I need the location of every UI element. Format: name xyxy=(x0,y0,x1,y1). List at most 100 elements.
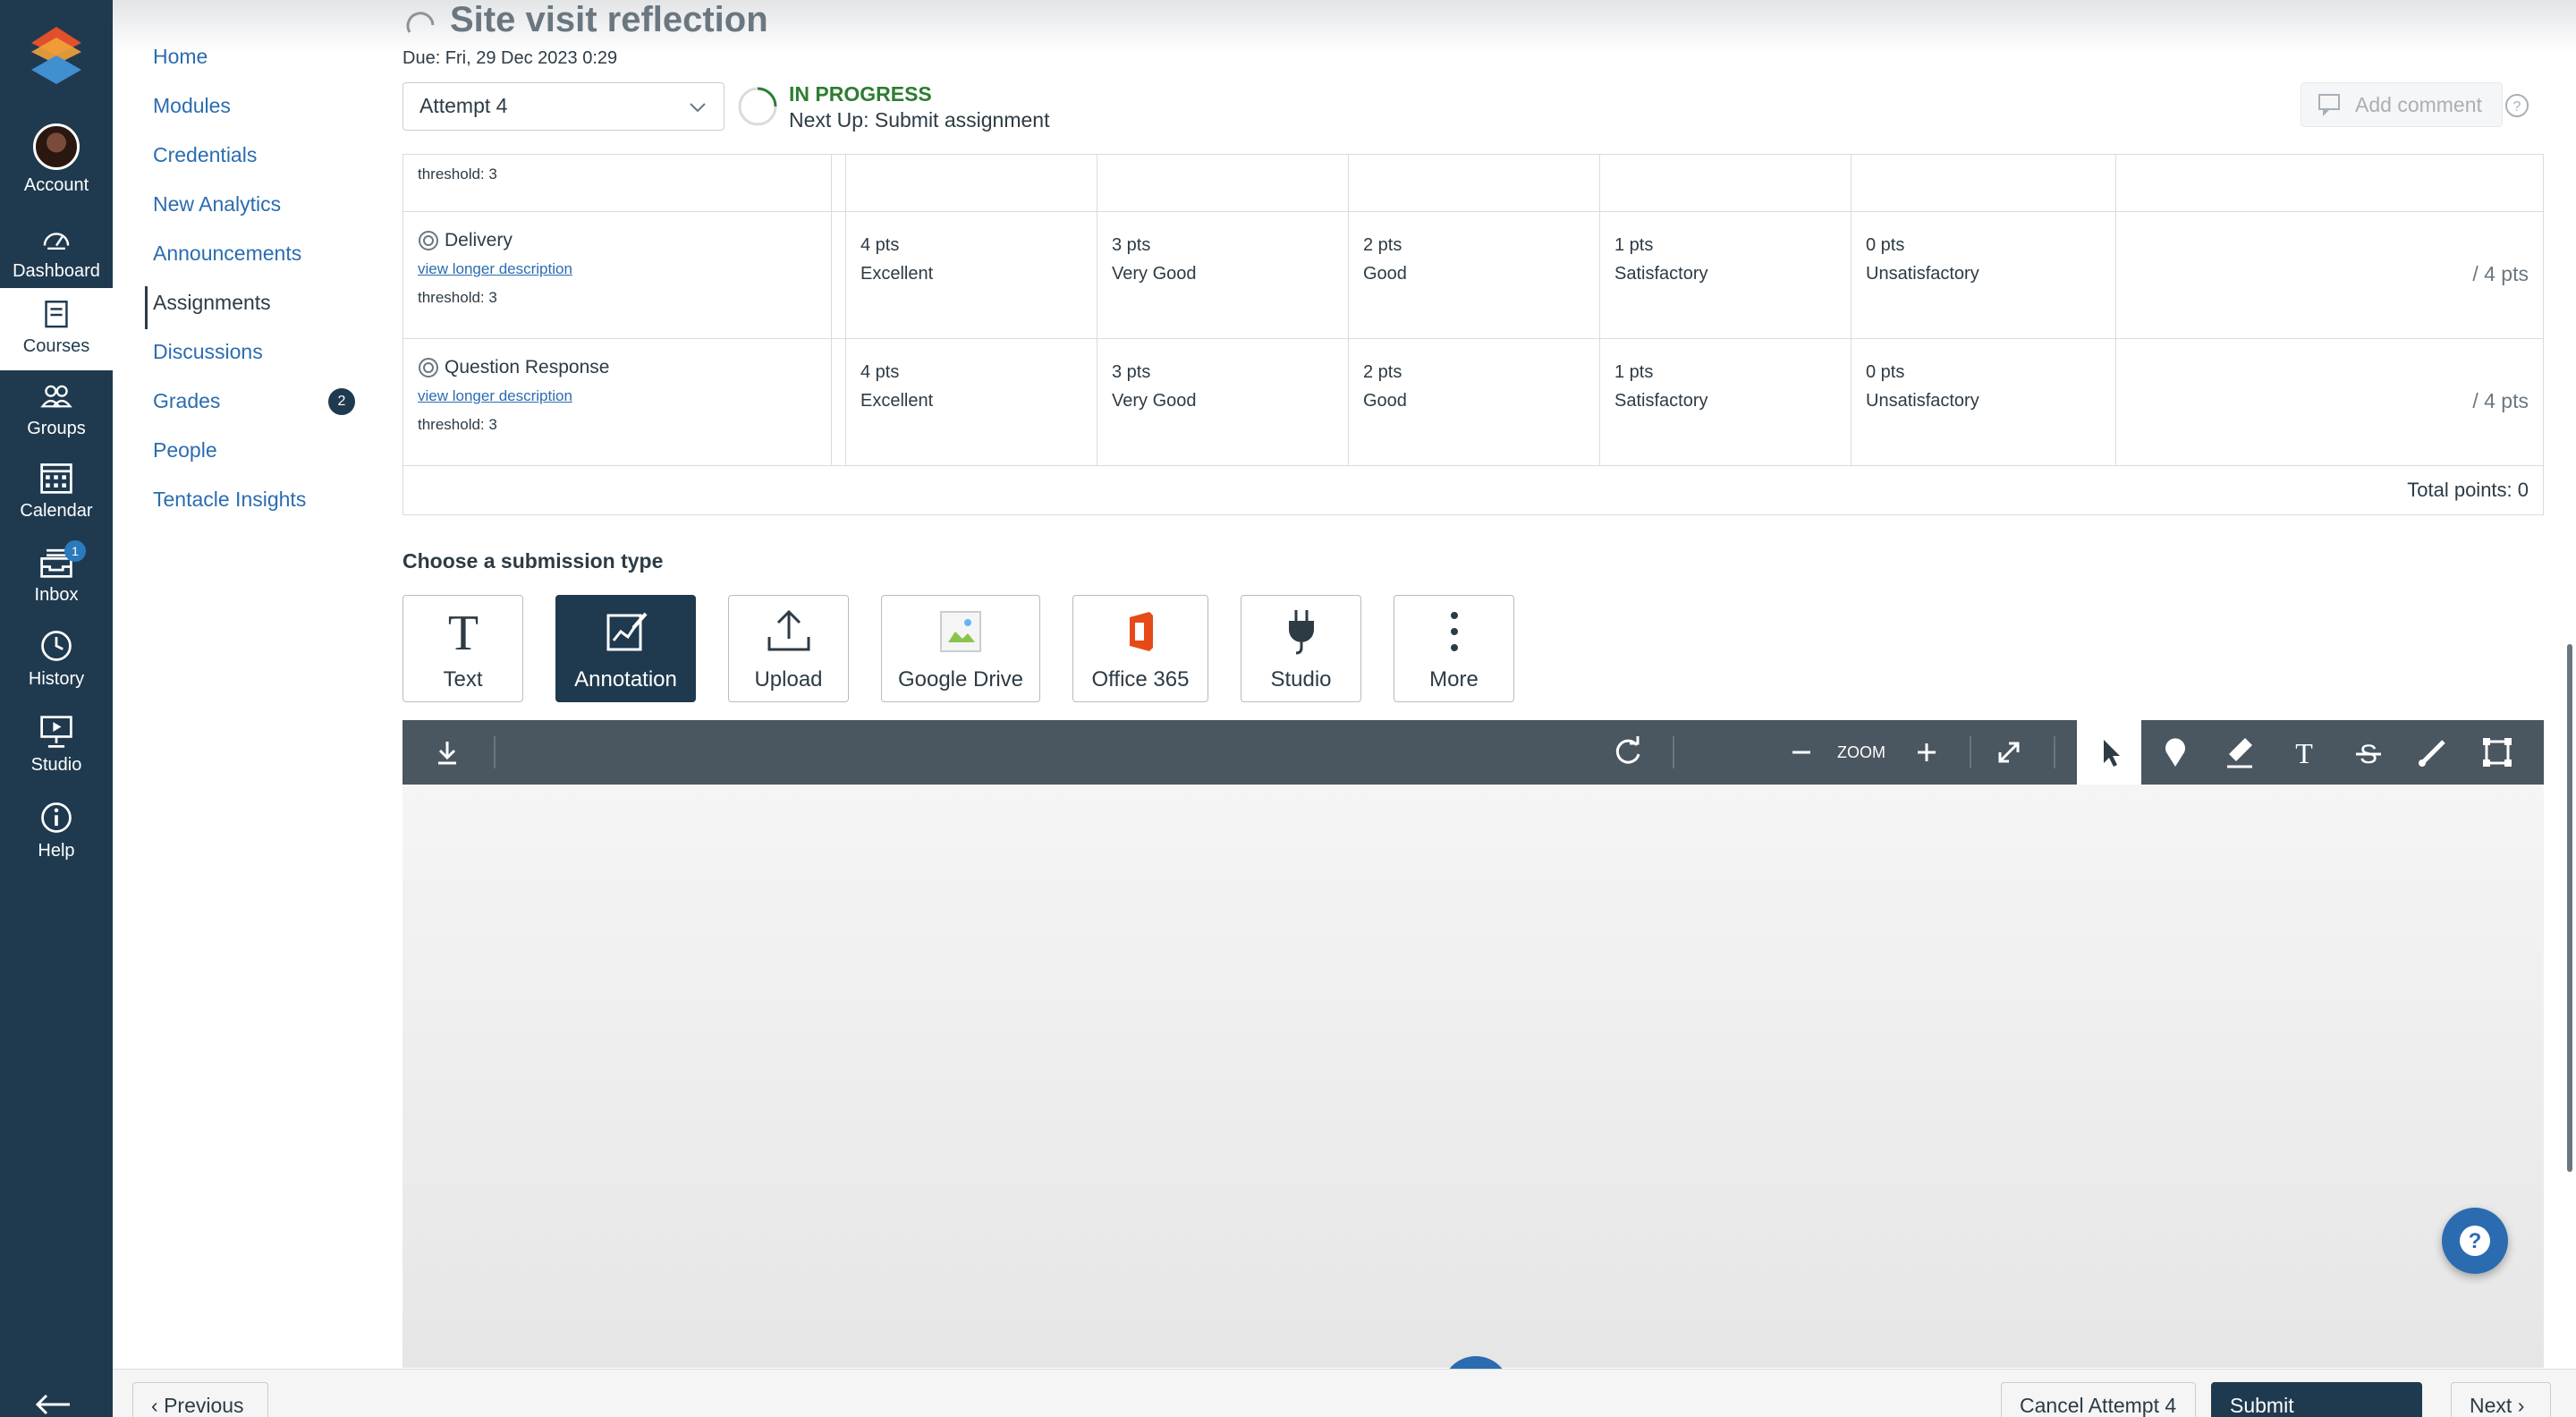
global-nav-inbox[interactable]: 1 Inbox xyxy=(0,540,113,606)
global-nav-courses[interactable]: Courses xyxy=(0,288,113,370)
highlight-icon[interactable] xyxy=(2218,731,2261,774)
status-text: IN PROGRESS xyxy=(789,82,932,106)
submission-type-studio[interactable]: Studio xyxy=(1241,595,1361,702)
fullscreen-icon[interactable] xyxy=(1987,731,2030,774)
global-nav: Account Dashboard Courses Groups Calenda… xyxy=(0,0,113,1417)
outcome-target-icon xyxy=(419,358,438,378)
global-nav-dashboard[interactable]: Dashboard xyxy=(0,224,113,282)
course-nav-modules[interactable]: Modules xyxy=(153,94,231,118)
svg-text:?: ? xyxy=(2469,1229,2482,1253)
freedraw-icon[interactable] xyxy=(2411,731,2454,774)
strikeout-icon[interactable]: S xyxy=(2347,731,2390,774)
cancel-attempt-label: Cancel Attempt 4 xyxy=(2020,1394,2177,1417)
rating-label: Satisfactory xyxy=(1614,264,1708,284)
question-circle-icon[interactable]: ? xyxy=(2504,93,2529,118)
comment-icon xyxy=(2318,94,2340,116)
submission-type-label: Choose a submission type xyxy=(402,549,664,573)
svg-text:?: ? xyxy=(2513,99,2521,115)
help-fab-button[interactable]: ? xyxy=(2442,1208,2508,1274)
rating-label: Very Good xyxy=(1112,391,1197,411)
point-annotation-icon[interactable] xyxy=(2154,731,2197,774)
collapse-nav-icon[interactable] xyxy=(34,1392,73,1417)
download-icon[interactable] xyxy=(426,731,469,774)
course-nav-people[interactable]: People xyxy=(153,438,217,462)
global-nav-account[interactable]: Account xyxy=(0,123,113,196)
submit-assignment-button[interactable]: Submit assignment xyxy=(2211,1382,2422,1417)
previous-button[interactable]: ‹ Previous xyxy=(132,1382,268,1417)
canvas-logo-icon[interactable] xyxy=(30,25,83,88)
course-nav-announcements[interactable]: Announcements xyxy=(153,242,301,266)
course-nav-assignments[interactable]: Assignments xyxy=(153,291,271,315)
office-365-icon xyxy=(1130,612,1153,651)
course-nav-tentacle-insights[interactable]: Tentacle Insights xyxy=(153,488,306,512)
rating-points: 2 pts xyxy=(1363,235,1402,255)
rating-points: 0 pts xyxy=(1866,362,1905,382)
global-nav-groups[interactable]: Groups xyxy=(0,383,113,439)
rating-points: 0 pts xyxy=(1866,235,1905,255)
global-nav-calendar[interactable]: Calendar xyxy=(0,460,113,522)
submit-assignment-label: Submit assignment xyxy=(2230,1394,2294,1417)
global-nav-history[interactable]: History xyxy=(0,628,113,690)
global-nav-help[interactable]: Help xyxy=(0,800,113,861)
rating-label: Unsatisfactory xyxy=(1866,391,1979,411)
zoom-in-icon[interactable] xyxy=(1905,731,1948,774)
studio-plug-icon xyxy=(1288,610,1314,655)
submission-type-label-text: Text xyxy=(443,667,483,692)
view-longer-description-link[interactable]: view longer description xyxy=(418,387,572,405)
avatar xyxy=(33,123,80,170)
area-icon[interactable] xyxy=(2476,731,2519,774)
rating-label: Excellent xyxy=(860,391,934,411)
course-nav-new-analytics[interactable]: New Analytics xyxy=(153,192,281,216)
next-button[interactable]: Next › xyxy=(2451,1382,2551,1417)
select-tool-button[interactable] xyxy=(2077,720,2141,785)
more-icon xyxy=(1450,612,1458,651)
assignment-icon xyxy=(406,12,435,33)
submission-type-label-google-drive: Google Drive xyxy=(897,667,1024,692)
submission-type-label-annotation: Annotation xyxy=(574,667,677,692)
rating-points: 3 pts xyxy=(1112,362,1151,382)
submission-type-more[interactable]: More xyxy=(1394,595,1514,702)
submission-type-google-drive[interactable]: Google Drive xyxy=(881,595,1040,702)
course-nav-credentials[interactable]: Credentials xyxy=(153,143,257,167)
view-longer-description-link[interactable]: view longer description xyxy=(418,260,572,278)
cancel-attempt-button[interactable]: Cancel Attempt 4 xyxy=(2001,1382,2196,1417)
inbox-badge: 1 xyxy=(64,540,86,562)
rating-points: 2 pts xyxy=(1363,362,1402,382)
calendar-icon xyxy=(40,463,72,494)
submission-type-label-more: More xyxy=(1429,667,1479,692)
text-annotation-icon[interactable]: T xyxy=(2283,731,2326,774)
criterion-threshold: threshold: 3 xyxy=(418,289,497,306)
page-scrollbar[interactable] xyxy=(2567,644,2572,1172)
submission-type-office-365[interactable]: Office 365 xyxy=(1072,595,1208,702)
course-nav-grades[interactable]: Grades xyxy=(153,389,220,413)
global-nav-label: History xyxy=(28,669,85,689)
rotate-icon[interactable] xyxy=(1606,731,1649,774)
annotation-icon xyxy=(606,612,648,651)
toolbar-separator xyxy=(1970,736,1971,768)
submission-type-text[interactable]: T Text xyxy=(402,595,523,702)
add-comment-button[interactable]: Add comment xyxy=(2301,82,2503,127)
chevron-down-icon xyxy=(690,103,706,113)
course-nav: Home Modules Credentials New Analytics A… xyxy=(113,0,399,1417)
rating-label: Very Good xyxy=(1112,264,1197,284)
submission-type-annotation[interactable]: Annotation xyxy=(555,595,696,702)
global-nav-label: Dashboard xyxy=(13,261,100,281)
rubric-row-partial: threshold: 3 xyxy=(403,155,2543,212)
course-nav-home[interactable]: Home xyxy=(153,45,208,69)
page-title: Site visit reflection xyxy=(450,0,768,39)
due-date: Due: Fri, 29 Dec 2023 0:29 xyxy=(402,48,618,68)
rubric-row-question-response: Question Response view longer descriptio… xyxy=(403,339,2543,466)
zoom-out-icon[interactable] xyxy=(1780,731,1823,774)
global-nav-label: Studio xyxy=(30,755,82,775)
rubric-total-points: Total points: 0 xyxy=(2407,479,2529,501)
document-viewer[interactable] xyxy=(402,785,2544,1368)
annotation-toolbar: ZOOM T S xyxy=(402,720,2544,785)
submission-type-upload[interactable]: Upload xyxy=(728,595,849,702)
dashboard-icon xyxy=(43,233,70,250)
history-icon xyxy=(41,631,72,661)
global-nav-label: Groups xyxy=(27,419,86,438)
global-nav-studio[interactable]: Studio xyxy=(0,714,113,776)
attempt-select[interactable]: Attempt 4 xyxy=(402,82,724,131)
course-nav-discussions[interactable]: Discussions xyxy=(153,340,263,364)
global-nav-label: Courses xyxy=(22,336,90,356)
